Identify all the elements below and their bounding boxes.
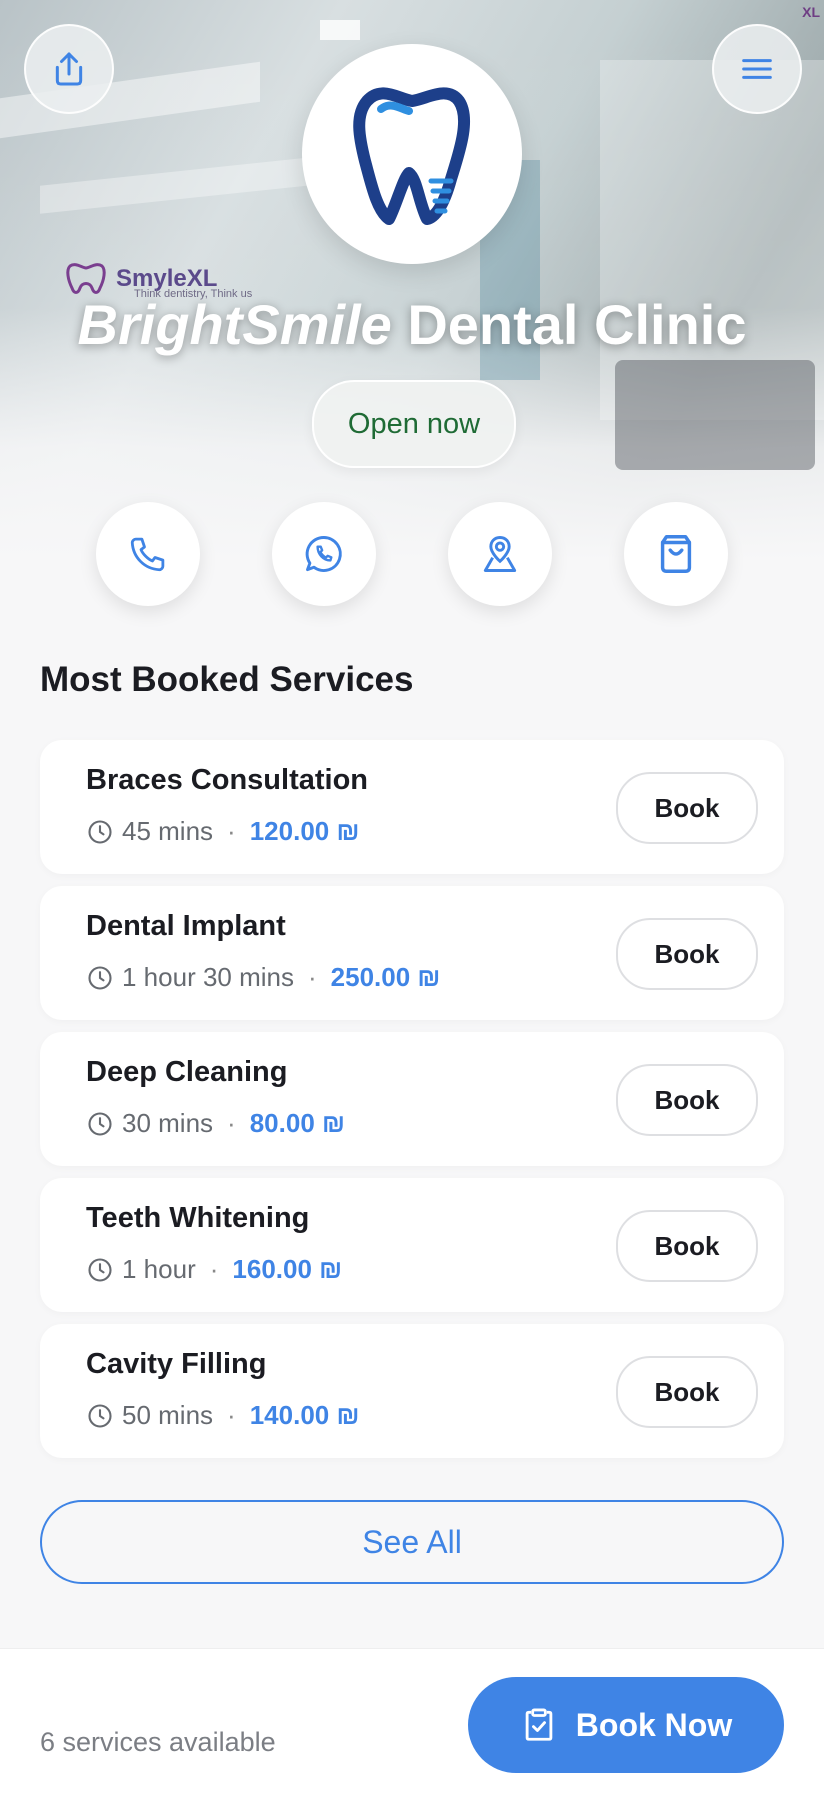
directions-button[interactable] — [448, 502, 552, 606]
service-name: Deep Cleaning — [86, 1056, 288, 1088]
clinic-title: BrightSmile Dental Clinic — [0, 292, 824, 357]
service-card[interactable]: Deep Cleaning 30 mins · 80.00 ₪ Book — [40, 1032, 784, 1166]
service-duration: 50 mins — [122, 1400, 214, 1430]
service-meta: 45 mins · 120.00 ₪ — [86, 816, 359, 847]
map-pin-icon — [483, 536, 517, 572]
service-card[interactable]: Teeth Whitening 1 hour · 160.00 ₪ Book — [40, 1178, 784, 1312]
menu-button[interactable] — [712, 24, 802, 114]
hero-bg-decor — [40, 154, 340, 214]
book-button[interactable]: Book — [616, 1210, 758, 1282]
hero-bg-light — [320, 20, 360, 40]
service-name: Braces Consultation — [86, 764, 368, 796]
services-list: Braces Consultation 45 mins · 120.00 ₪ Book D… — [40, 740, 784, 1470]
tooth-logo-icon — [66, 263, 106, 294]
separator-dot: · — [227, 1400, 236, 1430]
section-title: Most Booked Services — [40, 660, 414, 699]
service-duration: 1 hour — [122, 1254, 196, 1284]
service-duration: 1 hour 30 mins — [122, 962, 294, 992]
separator-dot: · — [227, 1108, 236, 1138]
service-meta: 1 hour · 160.00 ₪ — [86, 1254, 342, 1285]
open-status-badge: Open now — [312, 380, 516, 468]
service-meta: 30 mins · 80.00 ₪ — [86, 1108, 345, 1139]
quick-actions — [0, 502, 824, 606]
clinic-name-rest: Dental Clinic — [391, 293, 747, 356]
whatsapp-icon — [305, 536, 342, 572]
separator-dot: · — [227, 816, 236, 846]
share-button[interactable] — [24, 24, 114, 114]
book-button[interactable]: Book — [616, 772, 758, 844]
share-icon — [55, 52, 83, 86]
service-price: 250.00 ₪ — [330, 962, 441, 992]
separator-dot: · — [209, 1254, 219, 1284]
bottom-bar: 6 services available Book Now — [0, 1648, 824, 1801]
book-button[interactable]: Book — [616, 918, 758, 990]
clock-icon — [88, 965, 112, 990]
service-name: Teeth Whitening — [86, 1202, 310, 1234]
clock-icon — [88, 1403, 112, 1428]
service-name: Dental Implant — [86, 910, 286, 942]
book-button[interactable]: Book — [616, 1064, 758, 1136]
service-duration: 30 mins — [122, 1108, 214, 1138]
clock-icon — [88, 1257, 112, 1282]
call-button[interactable] — [96, 502, 200, 606]
phone-icon — [130, 537, 165, 572]
service-duration: 45 mins — [122, 816, 214, 846]
service-price: 140.00 ₪ — [249, 1400, 360, 1430]
service-price: 120.00 ₪ — [249, 816, 360, 846]
hamburger-menu-icon — [742, 59, 772, 79]
services-count: 6 services available — [40, 1727, 276, 1757]
corner-watermark: XL — [802, 4, 820, 20]
clinic-name-brand: BrightSmile — [77, 293, 392, 356]
clock-icon — [88, 819, 112, 844]
service-meta: 1 hour 30 mins · 250.00 ₪ — [86, 962, 440, 993]
service-card[interactable]: Cavity Filling 50 mins · 140.00 ₪ Book — [40, 1324, 784, 1458]
whatsapp-button[interactable] — [272, 502, 376, 606]
hero-bg-sofa — [615, 360, 815, 470]
service-name: Cavity Filling — [86, 1348, 267, 1380]
tooth-logo-icon — [353, 87, 471, 225]
book-now-button[interactable]: Book Now — [468, 1677, 784, 1773]
clipboard-check-icon — [525, 1708, 553, 1741]
service-price: 80.00 ₪ — [249, 1108, 345, 1138]
clinic-logo — [302, 44, 522, 264]
service-price: 160.00 ₪ — [232, 1254, 343, 1284]
book-now-label: Book Now — [575, 1706, 733, 1743]
service-card[interactable]: Braces Consultation 45 mins · 120.00 ₪ Book — [40, 740, 784, 874]
shopping-bag-icon — [660, 535, 692, 573]
see-all-button[interactable]: See All — [40, 1500, 784, 1584]
service-card[interactable]: Dental Implant 1 hour 30 mins · 250.00 ₪ Boo… — [40, 886, 784, 1020]
clock-icon — [88, 1111, 112, 1136]
separator-dot: · — [307, 962, 317, 992]
book-button[interactable]: Book — [616, 1356, 758, 1428]
shop-button[interactable] — [624, 502, 728, 606]
hero-watermark-logo: SmyleXL Think dentistry, Think us — [64, 262, 252, 300]
service-meta: 50 mins · 140.00 ₪ — [86, 1400, 359, 1431]
